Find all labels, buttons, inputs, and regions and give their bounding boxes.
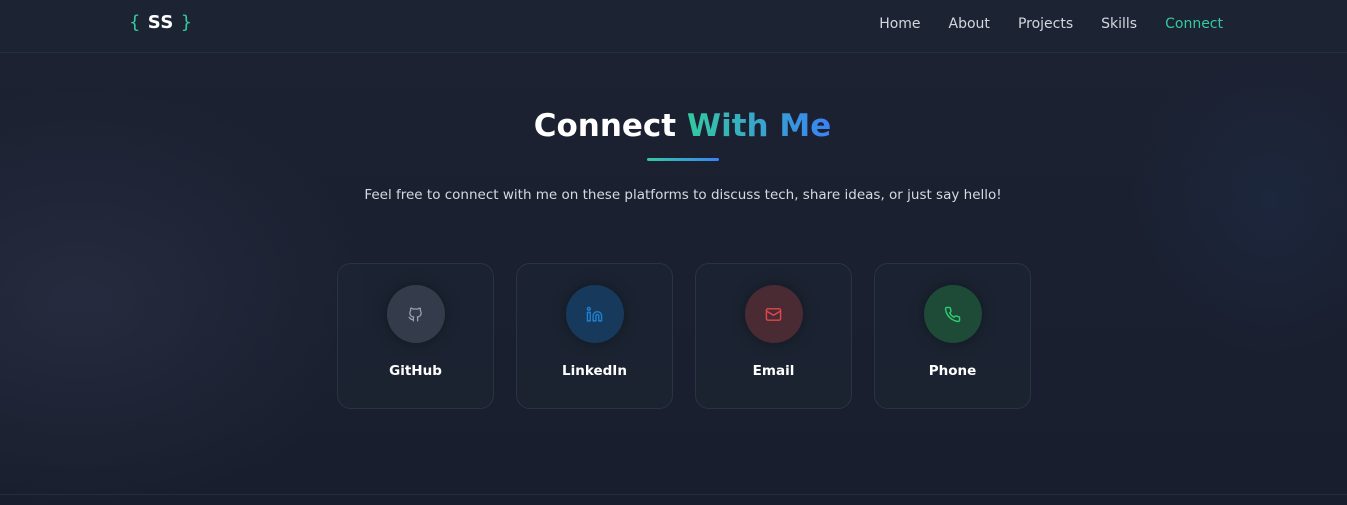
github-icon	[408, 307, 422, 322]
logo-brace-close: }	[180, 12, 193, 33]
section-title-plain: Connect	[533, 108, 687, 144]
section-subtitle: Feel free to connect with me on these pl…	[364, 187, 1002, 203]
phone-icon-circle	[923, 285, 982, 343]
connect-cards: GitHub LinkedIn Email Phone	[337, 263, 1031, 409]
email-label: Email	[752, 363, 795, 379]
nav-link-projects[interactable]: Projects	[1018, 16, 1073, 32]
logo-text: SS	[147, 12, 174, 33]
logo-brace-open: {	[129, 12, 141, 33]
mail-icon	[765, 307, 782, 321]
linkedin-card[interactable]: LinkedIn	[516, 263, 673, 409]
nav-link-about[interactable]: About	[949, 16, 990, 32]
github-label: GitHub	[389, 363, 442, 379]
nav-links: Home About Projects Skills Connect	[851, 16, 1223, 32]
email-icon-circle	[744, 285, 803, 343]
footer-divider	[0, 494, 1347, 495]
section-title-accent: With Me	[686, 108, 832, 144]
linkedin-label: LinkedIn	[562, 363, 627, 379]
logo[interactable]: { SS }	[129, 12, 193, 33]
title-underline	[647, 158, 719, 161]
github-card[interactable]: GitHub	[337, 263, 494, 409]
section-title: Connect With Me	[0, 108, 1347, 144]
phone-label: Phone	[928, 363, 977, 379]
navbar: { SS } Home About Projects Skills Connec…	[0, 0, 1347, 53]
linkedin-icon	[586, 306, 603, 322]
nav-link-home[interactable]: Home	[879, 16, 920, 32]
github-icon-circle	[386, 285, 445, 343]
phone-card[interactable]: Phone	[874, 263, 1031, 409]
phone-icon	[944, 306, 961, 322]
nav-link-skills[interactable]: Skills	[1101, 16, 1137, 32]
email-card[interactable]: Email	[695, 263, 852, 409]
linkedin-icon-circle	[565, 285, 624, 343]
nav-link-connect[interactable]: Connect	[1165, 16, 1223, 32]
